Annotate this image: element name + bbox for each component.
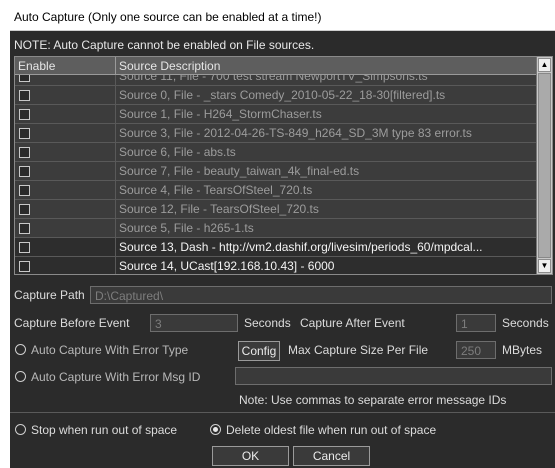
cell-divider xyxy=(115,162,116,181)
source-description: Source 13, Dash - http://vm2.dashif.org/… xyxy=(119,240,483,254)
column-header-enable[interactable]: Enable xyxy=(18,59,55,73)
delete-oldest-label: Delete oldest file when run out of space xyxy=(226,423,437,437)
enable-checkbox[interactable] xyxy=(19,166,30,177)
source-description: Source 12, File - TearsOfSteel_720.ts xyxy=(119,202,319,216)
cell-divider xyxy=(115,124,116,143)
ok-button[interactable]: OK xyxy=(212,446,289,466)
table-header: Enable Source Description xyxy=(15,57,536,75)
column-header-description[interactable]: Source Description xyxy=(119,59,220,73)
error-type-label: Auto Capture With Error Type xyxy=(31,343,189,357)
enable-checkbox[interactable] xyxy=(19,90,30,101)
cell-divider xyxy=(115,86,116,105)
capture-after-unit: Seconds xyxy=(502,316,549,330)
table-row[interactable]: Source 7, File - beauty_taiwan_4k_final-… xyxy=(15,162,536,181)
enable-checkbox[interactable] xyxy=(19,75,30,82)
cell-divider xyxy=(115,75,116,86)
source-description: Source 14, UCast[192.168.10.43] - 6000 xyxy=(119,259,335,273)
window-title: Auto Capture (Only one source can be ena… xyxy=(10,0,555,31)
error-msg-label: Auto Capture With Error Msg ID xyxy=(31,370,201,384)
stop-space-radio[interactable] xyxy=(15,424,26,435)
capture-before-unit: Seconds xyxy=(244,316,291,330)
stop-space-label: Stop when run out of space xyxy=(31,423,178,437)
source-description: Source 6, File - abs.ts xyxy=(119,145,236,159)
scroll-thumb[interactable] xyxy=(538,73,551,258)
scroll-up-arrow-icon[interactable]: ▲ xyxy=(538,58,551,72)
source-table: Enable Source Description Source 11, Fil… xyxy=(14,56,553,275)
error-msg-field[interactable] xyxy=(235,367,552,385)
column-divider xyxy=(115,57,116,75)
source-description: Source 3, File - 2012-04-26-TS-849_h264_… xyxy=(119,126,472,140)
capture-before-label: Capture Before Event xyxy=(14,316,130,330)
cell-divider xyxy=(115,143,116,162)
cell-divider xyxy=(115,257,116,274)
cell-divider xyxy=(115,200,116,219)
table-row[interactable]: Source 1, File - H264_StormChaser.ts xyxy=(15,105,536,124)
auto-capture-dialog: Auto Capture (Only one source can be ena… xyxy=(10,0,555,468)
source-description: Source 1, File - H264_StormChaser.ts xyxy=(119,107,322,121)
cell-divider xyxy=(115,181,116,200)
source-description: Source 7, File - beauty_taiwan_4k_final-… xyxy=(119,164,360,178)
max-size-label: Max Capture Size Per File xyxy=(288,343,429,357)
enable-checkbox[interactable] xyxy=(19,204,30,215)
table-row[interactable]: Source 6, File - abs.ts xyxy=(15,143,536,162)
capture-path-label: Capture Path xyxy=(14,288,85,302)
cell-divider xyxy=(115,219,116,238)
config-button[interactable]: Config xyxy=(238,341,280,361)
table-row[interactable]: Source 0, File - _stars Comedy_2010-05-2… xyxy=(15,86,536,105)
table-row[interactable]: Source 14, UCast[192.168.10.43] - 6000 xyxy=(15,257,536,274)
capture-after-label: Capture After Event xyxy=(300,316,405,330)
capture-after-field[interactable]: 1 xyxy=(456,314,496,332)
enable-checkbox[interactable] xyxy=(19,147,30,158)
table-row[interactable]: Source 4, File - TearsOfSteel_720.ts xyxy=(15,181,536,200)
max-size-field[interactable]: 250 xyxy=(456,341,496,359)
table-row[interactable]: Source 3, File - 2012-04-26-TS-849_h264_… xyxy=(15,124,536,143)
table-scrollbar[interactable]: ▲ ▼ xyxy=(536,57,552,274)
source-rows: Source 11, File - 700 test stream Newpor… xyxy=(15,75,536,274)
source-description: Source 0, File - _stars Comedy_2010-05-2… xyxy=(119,88,446,102)
capture-before-field[interactable]: 3 xyxy=(150,314,238,332)
scroll-down-arrow-icon[interactable]: ▼ xyxy=(538,259,551,273)
dialog-body: NOTE: Auto Capture cannot be enabled on … xyxy=(10,31,555,468)
enable-checkbox[interactable] xyxy=(19,128,30,139)
capture-path-field[interactable]: D:\Captured\ xyxy=(90,286,552,304)
section-divider xyxy=(10,412,555,413)
source-description: Source 4, File - TearsOfSteel_720.ts xyxy=(119,183,313,197)
delete-oldest-radio[interactable] xyxy=(210,424,221,435)
cell-divider xyxy=(115,238,116,257)
table-row[interactable]: Source 11, File - 700 test stream Newpor… xyxy=(15,75,536,86)
table-row[interactable]: Source 5, File - h265-1.ts xyxy=(15,219,536,238)
error-msg-note: Note: Use commas to separate error messa… xyxy=(239,393,507,407)
file-source-note: NOTE: Auto Capture cannot be enabled on … xyxy=(14,38,315,52)
enable-checkbox[interactable] xyxy=(19,109,30,120)
source-description: Source 5, File - h265-1.ts xyxy=(119,221,254,235)
enable-checkbox[interactable] xyxy=(19,185,30,196)
cell-divider xyxy=(115,105,116,124)
enable-checkbox[interactable] xyxy=(19,242,30,253)
error-msg-radio[interactable] xyxy=(15,371,26,382)
enable-checkbox[interactable] xyxy=(19,261,30,272)
cancel-button[interactable]: Cancel xyxy=(293,446,370,466)
max-size-unit: MBytes xyxy=(502,343,543,357)
table-row[interactable]: Source 12, File - TearsOfSteel_720.ts xyxy=(15,200,536,219)
error-type-radio[interactable] xyxy=(15,344,26,355)
table-row[interactable]: Source 13, Dash - http://vm2.dashif.org/… xyxy=(15,238,536,257)
source-description: Source 11, File - 700 test stream Newpor… xyxy=(119,75,428,83)
enable-checkbox[interactable] xyxy=(19,223,30,234)
